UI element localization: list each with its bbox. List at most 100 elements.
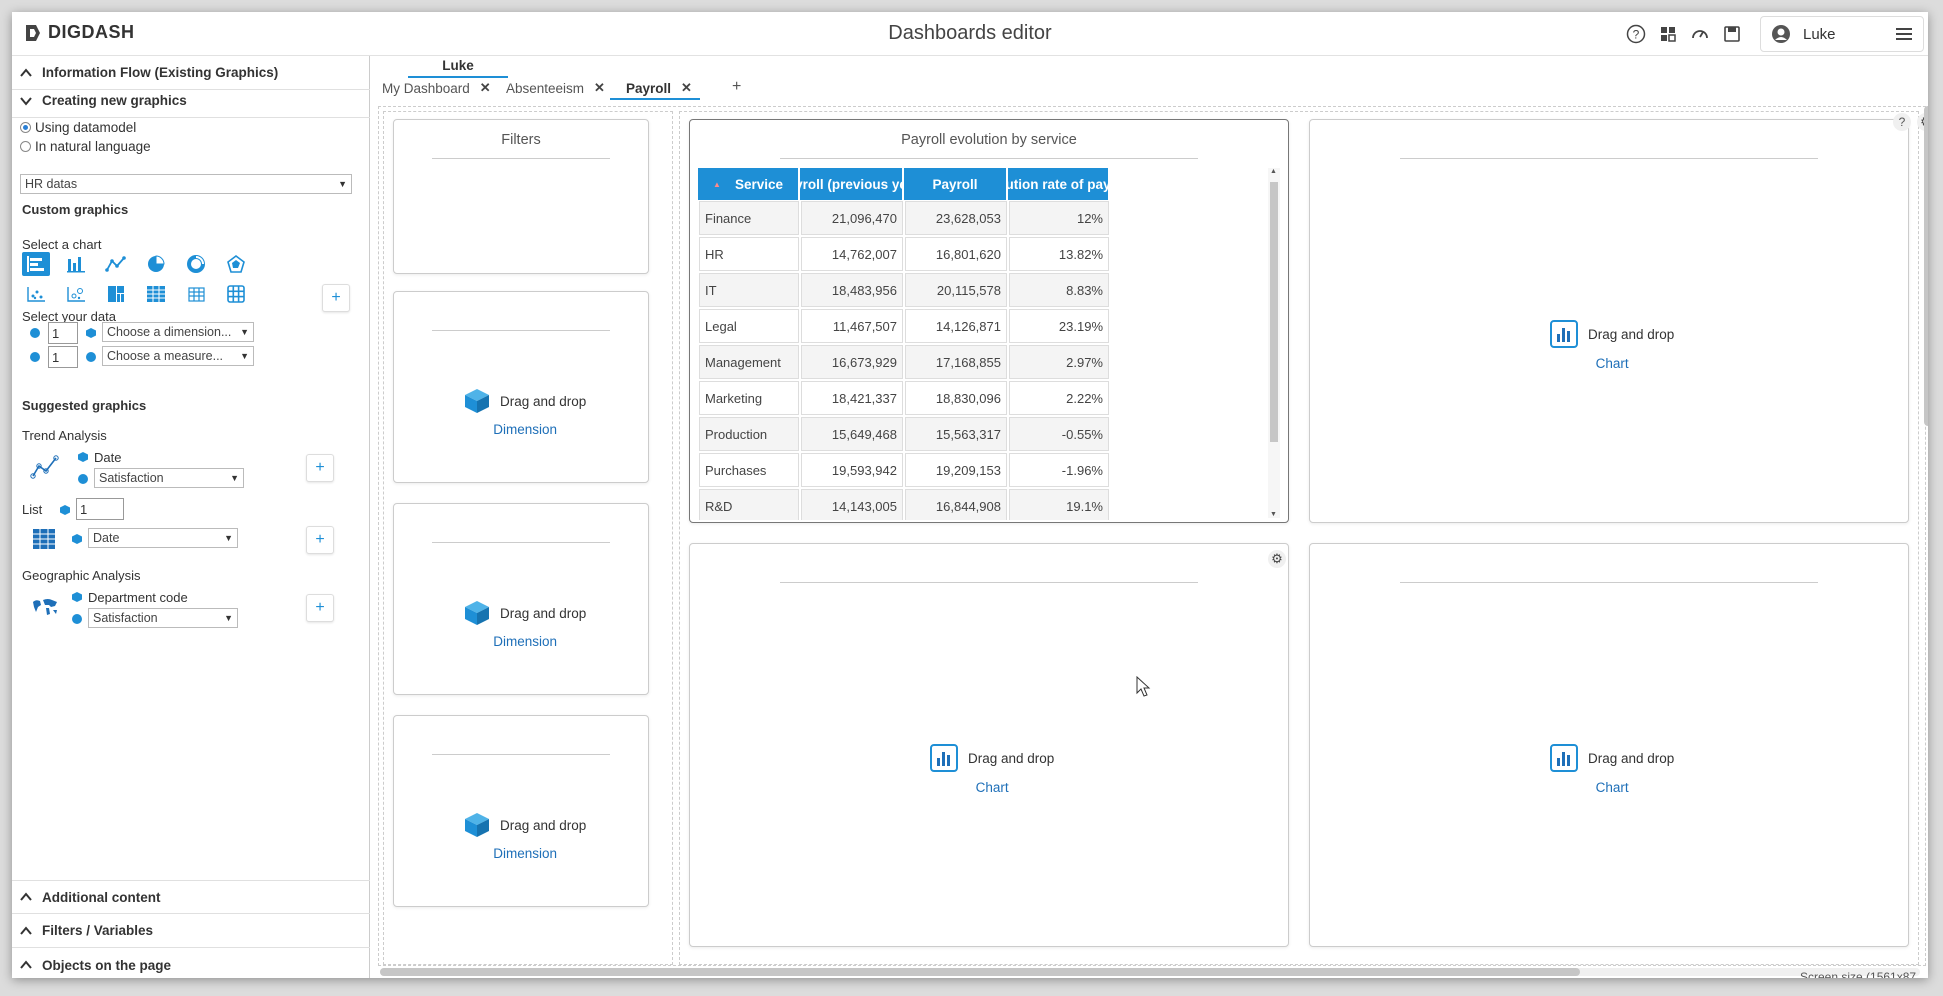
table-cell[interactable]: 11,467,507 (801, 309, 903, 343)
table-cell[interactable]: Legal (699, 309, 799, 343)
table-cell[interactable]: Purchases (699, 453, 799, 487)
chart-type-bar-button[interactable] (62, 252, 90, 276)
table-cell[interactable]: Production (699, 417, 799, 451)
list-count-input[interactable]: 1 (76, 498, 124, 520)
table-cell[interactable]: 15,563,317 (905, 417, 1007, 451)
table-cell[interactable]: 19,593,942 (801, 453, 903, 487)
table-cell[interactable]: 23,628,053 (905, 201, 1007, 235)
tab-absenteeism[interactable]: Absenteeism ✕ (506, 78, 605, 98)
add-geo-graphic-button[interactable]: + (306, 594, 334, 622)
table-cell[interactable]: 12% (1009, 201, 1109, 235)
chart-card-top-right[interactable]: Drag and drop Chart (1309, 119, 1909, 523)
filters-card[interactable]: Filters (393, 119, 649, 274)
payroll-table-card[interactable]: Payroll evolution by service ▲ Service yr… (689, 119, 1289, 523)
measure-select[interactable]: Choose a measure... ▼ (102, 346, 254, 366)
add-custom-graphic-button[interactable]: + (322, 284, 350, 312)
chart-type-treemap-button[interactable] (102, 282, 130, 306)
close-icon[interactable]: ✕ (480, 80, 491, 96)
column-header-payroll-previous[interactable]: yroll (previous ye (800, 168, 904, 200)
save-icon[interactable] (1722, 24, 1742, 44)
chart-link[interactable]: Chart (1596, 780, 1629, 795)
dimension-count-input[interactable]: 1 (48, 322, 78, 344)
table-cell[interactable]: 14,126,871 (905, 309, 1007, 343)
table-cell[interactable]: R&D (699, 489, 799, 520)
scrollbar-thumb[interactable] (380, 968, 1580, 976)
help-icon[interactable]: ? (1626, 24, 1646, 44)
dimension-link[interactable]: Dimension (493, 634, 557, 649)
table-cell[interactable]: -0.55% (1009, 417, 1109, 451)
table-cell[interactable]: 18,830,096 (905, 381, 1007, 415)
dimension-card-2[interactable]: Drag and drop Dimension (393, 503, 649, 695)
hamburger-menu-icon[interactable] (1894, 24, 1914, 44)
add-tab-button[interactable]: + (732, 78, 741, 96)
add-list-graphic-button[interactable]: + (306, 526, 334, 554)
dimension-card-3[interactable]: Drag and drop Dimension (393, 715, 649, 907)
column-header-service[interactable]: ▲ Service (698, 168, 800, 200)
list-dimension-select[interactable]: Date ▼ (88, 528, 238, 548)
chart-type-horizontal-bar-button[interactable] (22, 252, 50, 276)
gauge-icon[interactable] (1690, 24, 1710, 44)
table-cell[interactable]: Finance (699, 201, 799, 235)
table-cell[interactable]: 16,801,620 (905, 237, 1007, 271)
radio-natural-language[interactable]: In natural language (20, 139, 151, 154)
section-additional-content[interactable]: Additional content (12, 880, 370, 914)
tab-my-dashboard[interactable]: My Dashboard ✕ (382, 78, 491, 98)
table-cell[interactable]: 8.83% (1009, 273, 1109, 307)
tab-payroll[interactable]: Payroll ✕ (610, 78, 700, 100)
table-cell[interactable]: 23.19% (1009, 309, 1109, 343)
add-trend-graphic-button[interactable]: + (306, 454, 334, 482)
chart-type-bubble-button[interactable] (62, 282, 90, 306)
horizontal-scrollbar[interactable] (380, 968, 1920, 976)
scroll-up-icon[interactable]: ▲ (1270, 168, 1277, 175)
table-cell[interactable]: Marketing (699, 381, 799, 415)
dimension-select[interactable]: Choose a dimension... ▼ (102, 322, 254, 342)
table-cell[interactable]: 21,096,470 (801, 201, 903, 235)
chart-card-bottom-middle[interactable]: ⚙ Drag and drop Chart (689, 543, 1289, 947)
table-cell[interactable]: 17,168,855 (905, 345, 1007, 379)
vertical-scrollbar[interactable] (1924, 106, 1928, 426)
help-icon[interactable]: ? (1893, 113, 1911, 131)
dimension-link[interactable]: Dimension (493, 846, 557, 861)
column-header-payroll[interactable]: Payroll (904, 168, 1008, 200)
table-cell[interactable]: 18,421,337 (801, 381, 903, 415)
measure-count-input[interactable]: 1 (48, 346, 78, 368)
scrollbar-thumb[interactable] (1270, 182, 1278, 442)
table-cell[interactable]: 18,483,956 (801, 273, 903, 307)
chart-type-line-button[interactable] (102, 252, 130, 276)
table-cell[interactable]: 16,673,929 (801, 345, 903, 379)
close-icon[interactable]: ✕ (681, 80, 692, 96)
table-scrollbar[interactable]: ▲ ▼ (1268, 168, 1280, 518)
gear-icon[interactable]: ⚙ (1268, 550, 1286, 568)
table-cell[interactable]: 2.22% (1009, 381, 1109, 415)
drop-zone[interactable]: Drag and drop Chart (1550, 744, 1674, 795)
chart-type-pivot-button[interactable] (182, 282, 210, 306)
table-cell[interactable]: 16,844,908 (905, 489, 1007, 520)
trend-measure-select[interactable]: Satisfaction ▼ (94, 468, 244, 488)
dimension-link[interactable]: Dimension (493, 422, 557, 437)
table-cell[interactable]: 15,649,468 (801, 417, 903, 451)
chart-type-table-button[interactable] (142, 282, 170, 306)
table-cell[interactable]: -1.96% (1009, 453, 1109, 487)
chart-card-bottom-right[interactable]: Drag and drop Chart (1309, 543, 1909, 947)
table-cell[interactable]: 2.97% (1009, 345, 1109, 379)
section-objects-on-page[interactable]: Objects on the page (12, 948, 370, 978)
owner-tab[interactable]: Luke (408, 58, 508, 78)
chart-link[interactable]: Chart (1596, 356, 1629, 371)
column-header-evolution-rate[interactable]: ution rate of pay (1008, 168, 1110, 200)
radio-using-datamodel[interactable]: Using datamodel (20, 120, 136, 135)
section-creating-new-graphics[interactable]: Creating new graphics (12, 84, 370, 118)
dashboard-icon[interactable] (1658, 24, 1678, 44)
chart-type-donut-button[interactable] (182, 252, 210, 276)
geo-measure-select[interactable]: Satisfaction ▼ (88, 608, 238, 628)
chart-link[interactable]: Chart (976, 780, 1009, 795)
drop-zone[interactable]: Drag and drop Dimension (464, 388, 586, 437)
chart-type-radar-button[interactable] (222, 252, 250, 276)
table-cell[interactable]: Management (699, 345, 799, 379)
section-filters-variables[interactable]: Filters / Variables (12, 914, 370, 948)
scroll-down-icon[interactable]: ▼ (1270, 511, 1277, 518)
chart-type-pie-button[interactable] (142, 252, 170, 276)
table-cell[interactable]: 19,209,153 (905, 453, 1007, 487)
table-cell[interactable]: 14,143,005 (801, 489, 903, 520)
chart-type-scatter-button[interactable] (22, 282, 50, 306)
drop-zone[interactable]: Drag and drop Chart (1550, 320, 1674, 371)
